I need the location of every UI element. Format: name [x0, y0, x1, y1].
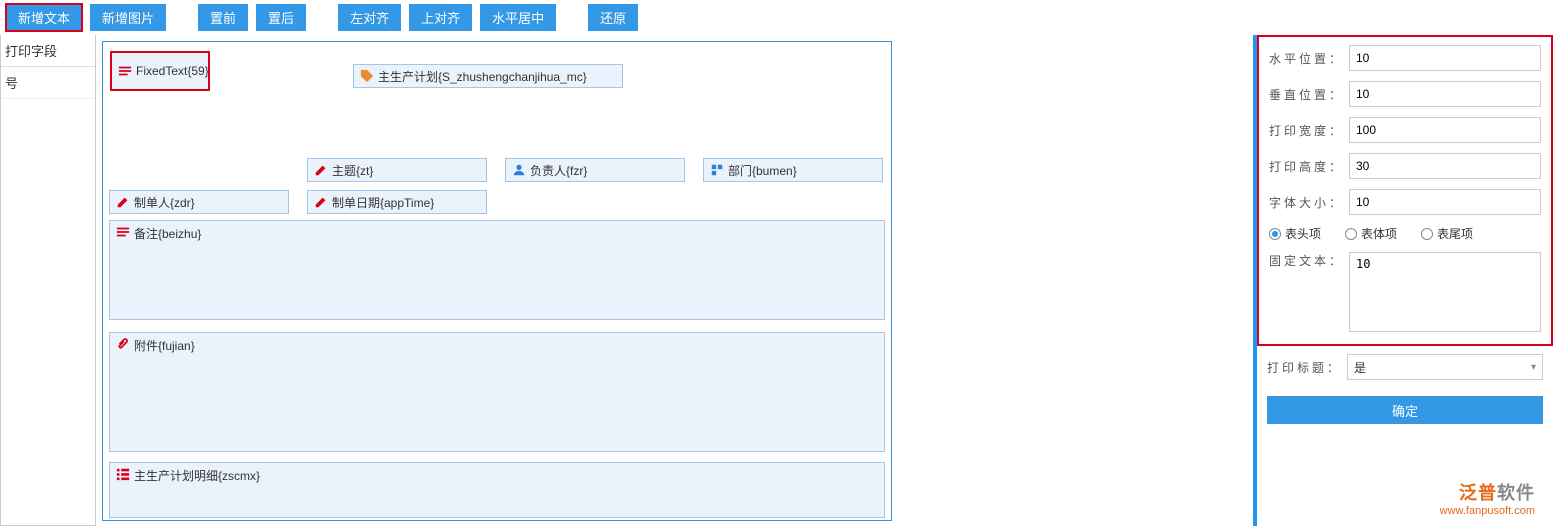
elem-label: 制单日期{appTime} [332, 194, 434, 211]
input-fixedtext[interactable]: 10 [1349, 252, 1541, 332]
list-icon [116, 467, 130, 481]
sidebar-item[interactable]: 号 [1, 67, 95, 99]
toolbar: 新增文本 新增图片 置前 置后 左对齐 上对齐 水平居中 还原 [0, 0, 1553, 35]
logo-pre: 泛普 [1459, 483, 1497, 503]
canvas[interactable]: FixedText{59} 主生产计划{S_zhushengchanjihua_… [102, 41, 892, 521]
input-hpos[interactable] [1349, 45, 1541, 71]
radio-dot-icon [1269, 228, 1281, 240]
chevron-down-icon: ▾ [1531, 362, 1536, 373]
elem-zhuti[interactable]: 主题{zt} [307, 158, 487, 182]
btn-align-top[interactable]: 上对齐 [409, 4, 472, 31]
btn-add-image[interactable]: 新增图片 [90, 4, 166, 31]
edit-icon [314, 163, 328, 177]
dept-icon [710, 163, 724, 177]
input-pwidth[interactable] [1349, 117, 1541, 143]
elem-label: 主生产计划明细{zscmx} [134, 467, 260, 484]
elem-beizhu[interactable]: 备注{beizhu} [109, 220, 885, 320]
elem-label: 负责人{fzr} [530, 162, 587, 179]
btn-bring-front[interactable]: 置前 [198, 4, 248, 31]
elem-label: 主题{zt} [332, 162, 373, 179]
footer-logo: 泛普软件 www.fanpusoft.com [1440, 479, 1535, 517]
label-fsize: 字体大小： [1269, 194, 1341, 211]
label-hpos: 水平位置： [1269, 50, 1341, 67]
btn-send-back[interactable]: 置后 [256, 4, 306, 31]
logo-post: 软件 [1497, 483, 1535, 503]
elem-bumen[interactable]: 部门{bumen} [703, 158, 883, 182]
sidebar: 打印字段 号 [0, 35, 96, 526]
radio-label: 表头项 [1285, 225, 1321, 242]
confirm-button[interactable]: 确定 [1267, 396, 1543, 424]
elem-label: 主生产计划{S_zhushengchanjihua_mc} [378, 68, 587, 85]
label-vpos: 垂直位置： [1269, 86, 1341, 103]
radio-footer[interactable]: 表尾项 [1421, 225, 1473, 242]
btn-align-center-h[interactable]: 水平居中 [480, 4, 556, 31]
elem-label: 备注{beizhu} [134, 225, 201, 242]
radio-body[interactable]: 表体项 [1345, 225, 1397, 242]
label-fixedtext: 固定文本： [1269, 252, 1341, 269]
label-pwidth: 打印宽度： [1269, 122, 1341, 139]
elem-fujian[interactable]: 附件{fujian} [109, 332, 885, 452]
canvas-wrap: FixedText{59} 主生产计划{S_zhushengchanjihua_… [96, 35, 1253, 526]
radio-label: 表体项 [1361, 225, 1397, 242]
tag-icon [360, 69, 374, 83]
text-icon [116, 225, 130, 239]
input-vpos[interactable] [1349, 81, 1541, 107]
text-icon [118, 64, 132, 78]
input-pheight[interactable] [1349, 153, 1541, 179]
elem-mingxi[interactable]: 主生产计划明细{zscmx} [109, 462, 885, 518]
logo-url: www.fanpusoft.com [1440, 505, 1535, 517]
elem-label: 制单人{zdr} [134, 194, 195, 211]
radio-header[interactable]: 表头项 [1269, 225, 1321, 242]
btn-align-left[interactable]: 左对齐 [338, 4, 401, 31]
edit-icon [116, 195, 130, 209]
elem-label: 部门{bumen} [728, 162, 797, 179]
label-printtitle: 打印标题： [1267, 359, 1339, 376]
elem-zhidanren[interactable]: 制单人{zdr} [109, 190, 289, 214]
select-printtitle[interactable]: 是 ▾ [1347, 354, 1543, 380]
input-fsize[interactable] [1349, 189, 1541, 215]
label-pheight: 打印高度： [1269, 158, 1341, 175]
elem-zhidanriqi[interactable]: 制单日期{appTime} [307, 190, 487, 214]
elem-label: FixedText{59} [136, 64, 209, 78]
radio-dot-icon [1421, 228, 1433, 240]
elem-fuzeren[interactable]: 负责人{fzr} [505, 158, 685, 182]
elem-title[interactable]: 主生产计划{S_zhushengchanjihua_mc} [353, 64, 623, 88]
radio-label: 表尾项 [1437, 225, 1473, 242]
attach-icon [116, 337, 130, 351]
select-value: 是 [1354, 359, 1366, 376]
edit-icon [314, 195, 328, 209]
right-panel: 水平位置： 垂直位置： 打印宽度： 打印高度： 字体大小： [1253, 35, 1553, 526]
elem-fixedtext[interactable]: FixedText{59} [111, 52, 209, 90]
user-icon [512, 163, 526, 177]
btn-add-text[interactable]: 新增文本 [6, 4, 82, 31]
btn-reset[interactable]: 还原 [588, 4, 638, 31]
elem-label: 附件{fujian} [134, 337, 195, 354]
radio-dot-icon [1345, 228, 1357, 240]
sidebar-title: 打印字段 [1, 35, 95, 67]
